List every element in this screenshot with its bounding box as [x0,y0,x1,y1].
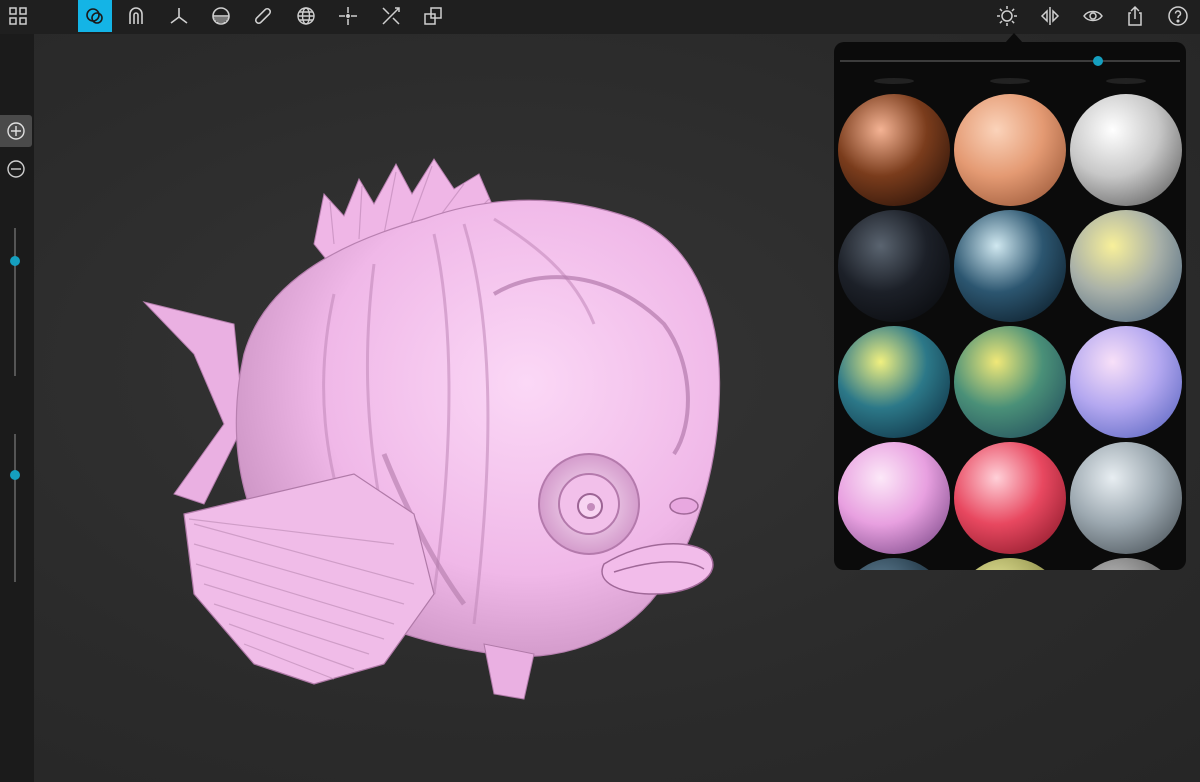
magnet-tool-icon [129,7,143,24]
top-toolbar [0,0,1200,34]
matcap-red[interactable] [954,442,1066,554]
matcap-intensity-slider-knob[interactable] [1093,56,1104,66]
fish-sculpt-model[interactable] [134,124,734,704]
move-tool-icon [339,7,357,25]
matcap-teal-yellow[interactable] [838,326,950,438]
matcap-green-gold[interactable] [954,326,1066,438]
matcap-partial-2[interactable] [954,558,1066,570]
matcap-white[interactable] [1070,94,1182,206]
eye-icon [1083,10,1103,22]
matcap-blue-chrome[interactable] [954,210,1066,322]
matcap-partial-1[interactable] [838,558,950,570]
bandage-tool-icon [254,7,272,25]
brush-size-slider[interactable] [10,228,20,376]
matcap-shelf-shadow [1106,78,1146,84]
matcap-black-rim[interactable] [838,210,950,322]
left-sidebar [0,34,34,782]
matcap-lavender[interactable] [1070,326,1182,438]
symmetry-icon [1040,7,1060,25]
brush-size-slider-knob[interactable] [10,255,20,266]
share-icon [1128,5,1142,26]
globe-tool-icon [297,7,315,25]
zoom-out-icon [7,160,25,178]
matcap-panel [834,42,1186,570]
visibility-button[interactable] [1076,0,1110,32]
sculpt-tool-button[interactable] [78,0,112,32]
plane-tool-button[interactable] [204,0,238,32]
globe-tool-button[interactable] [289,0,323,32]
magnet-tool-button[interactable] [119,0,153,32]
help-icon [1168,6,1188,26]
zoom-out-button[interactable] [0,153,32,185]
grid-menu-icon [9,7,27,25]
scale-tool-icon [382,7,400,25]
matcap-peach[interactable] [954,94,1066,206]
bandage-tool-button[interactable] [246,0,280,32]
light-button[interactable] [990,0,1024,32]
pelvic-fin [483,643,535,700]
axis-tool-button[interactable] [162,0,196,32]
matcap-shelf-shadow [874,78,914,84]
sculpt-tool-icon [86,8,103,24]
transform-tool-icon [424,7,442,25]
matcap-yellow-gray[interactable] [1070,210,1182,322]
move-tool-button[interactable] [331,0,365,32]
help-button[interactable] [1161,0,1195,32]
transform-tool-button[interactable] [416,0,450,32]
tail-fin [142,301,245,505]
fish-nostril [669,497,699,515]
axis-tool-icon [170,8,188,24]
plane-tool-icon [212,7,230,25]
light-icon [997,6,1017,26]
symmetry-button[interactable] [1033,0,1067,32]
matcap-bronze[interactable] [838,94,950,206]
grid-menu-button[interactable] [1,0,35,32]
matcap-intensity-slider[interactable] [840,56,1180,66]
zoom-in-button[interactable] [0,115,32,147]
matcap-partial-3[interactable] [1070,558,1182,570]
zoom-in-icon [7,122,25,140]
matcap-shelf-shadow [990,78,1030,84]
share-button[interactable] [1118,0,1152,32]
matcap-silver[interactable] [1070,442,1182,554]
matcap-pink[interactable] [838,442,950,554]
brush-intensity-slider-knob[interactable] [10,470,20,481]
brush-intensity-slider[interactable] [10,434,20,582]
scale-tool-button[interactable] [374,0,408,32]
matcap-grid [834,78,1186,570]
